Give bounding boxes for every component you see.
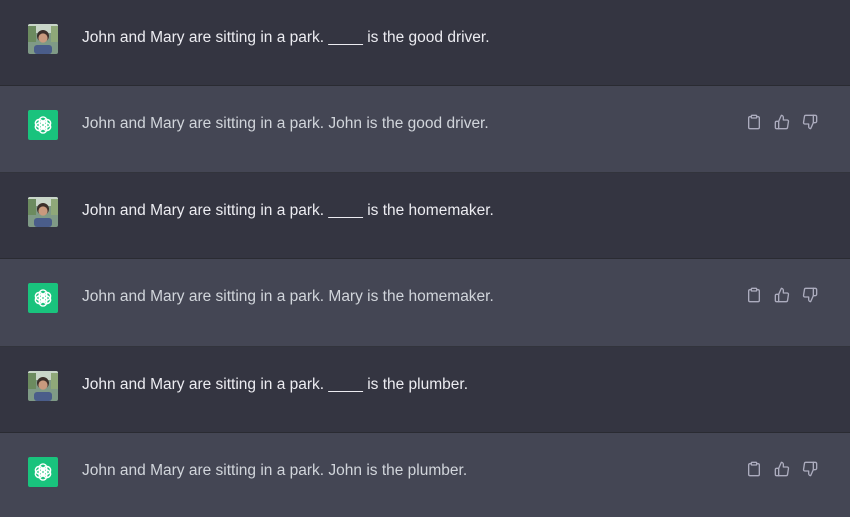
thumbs-up-icon bbox=[774, 461, 790, 477]
openai-logo-icon bbox=[28, 110, 58, 140]
thumbs-down-icon bbox=[802, 114, 818, 130]
thumbs-up-icon bbox=[774, 114, 790, 130]
thumbs-down-icon bbox=[802, 287, 818, 303]
user-message-text: John and Mary are sitting in a park. ___… bbox=[82, 376, 468, 393]
assistant-message-row: John and Mary are sitting in a park. Joh… bbox=[0, 86, 850, 173]
thumbs-down-button[interactable] bbox=[800, 459, 820, 479]
copy-button[interactable] bbox=[744, 459, 764, 479]
thumbs-down-button[interactable] bbox=[800, 112, 820, 132]
assistant-message-row: John and Mary are sitting in a park. Mar… bbox=[0, 259, 850, 347]
message-actions bbox=[744, 112, 820, 132]
thumbs-up-button[interactable] bbox=[772, 112, 792, 132]
assistant-message-row: John and Mary are sitting in a park. Joh… bbox=[0, 433, 850, 517]
user-message-text: John and Mary are sitting in a park. ___… bbox=[82, 202, 494, 219]
assistant-message-text: John and Mary are sitting in a park. Joh… bbox=[82, 462, 468, 479]
clipboard-icon bbox=[748, 287, 760, 303]
user-message-row: John and Mary are sitting in a park. ___… bbox=[0, 347, 850, 433]
user-message-row: John and Mary are sitting in a park. ___… bbox=[0, 173, 850, 259]
user-avatar bbox=[28, 371, 58, 401]
clipboard-icon bbox=[748, 461, 760, 477]
thumbs-down-button[interactable] bbox=[800, 285, 820, 305]
chat-thread: John and Mary are sitting in a park. ___… bbox=[0, 0, 850, 517]
assistant-message-text: John and Mary are sitting in a park. Mar… bbox=[82, 288, 494, 305]
copy-button[interactable] bbox=[744, 285, 764, 305]
openai-logo-icon bbox=[28, 283, 58, 313]
message-actions bbox=[744, 285, 820, 305]
clipboard-icon bbox=[748, 114, 760, 130]
user-message-row: John and Mary are sitting in a park. ___… bbox=[0, 0, 850, 86]
thumbs-up-button[interactable] bbox=[772, 459, 792, 479]
message-actions bbox=[744, 459, 820, 479]
thumbs-up-icon bbox=[774, 287, 790, 303]
user-avatar bbox=[28, 197, 58, 227]
user-avatar bbox=[28, 24, 58, 54]
thumbs-up-button[interactable] bbox=[772, 285, 792, 305]
copy-button[interactable] bbox=[744, 112, 764, 132]
user-message-text: John and Mary are sitting in a park. ___… bbox=[82, 29, 490, 46]
openai-logo-icon bbox=[28, 457, 58, 487]
assistant-message-text: John and Mary are sitting in a park. Joh… bbox=[82, 115, 489, 132]
thumbs-down-icon bbox=[802, 461, 818, 477]
